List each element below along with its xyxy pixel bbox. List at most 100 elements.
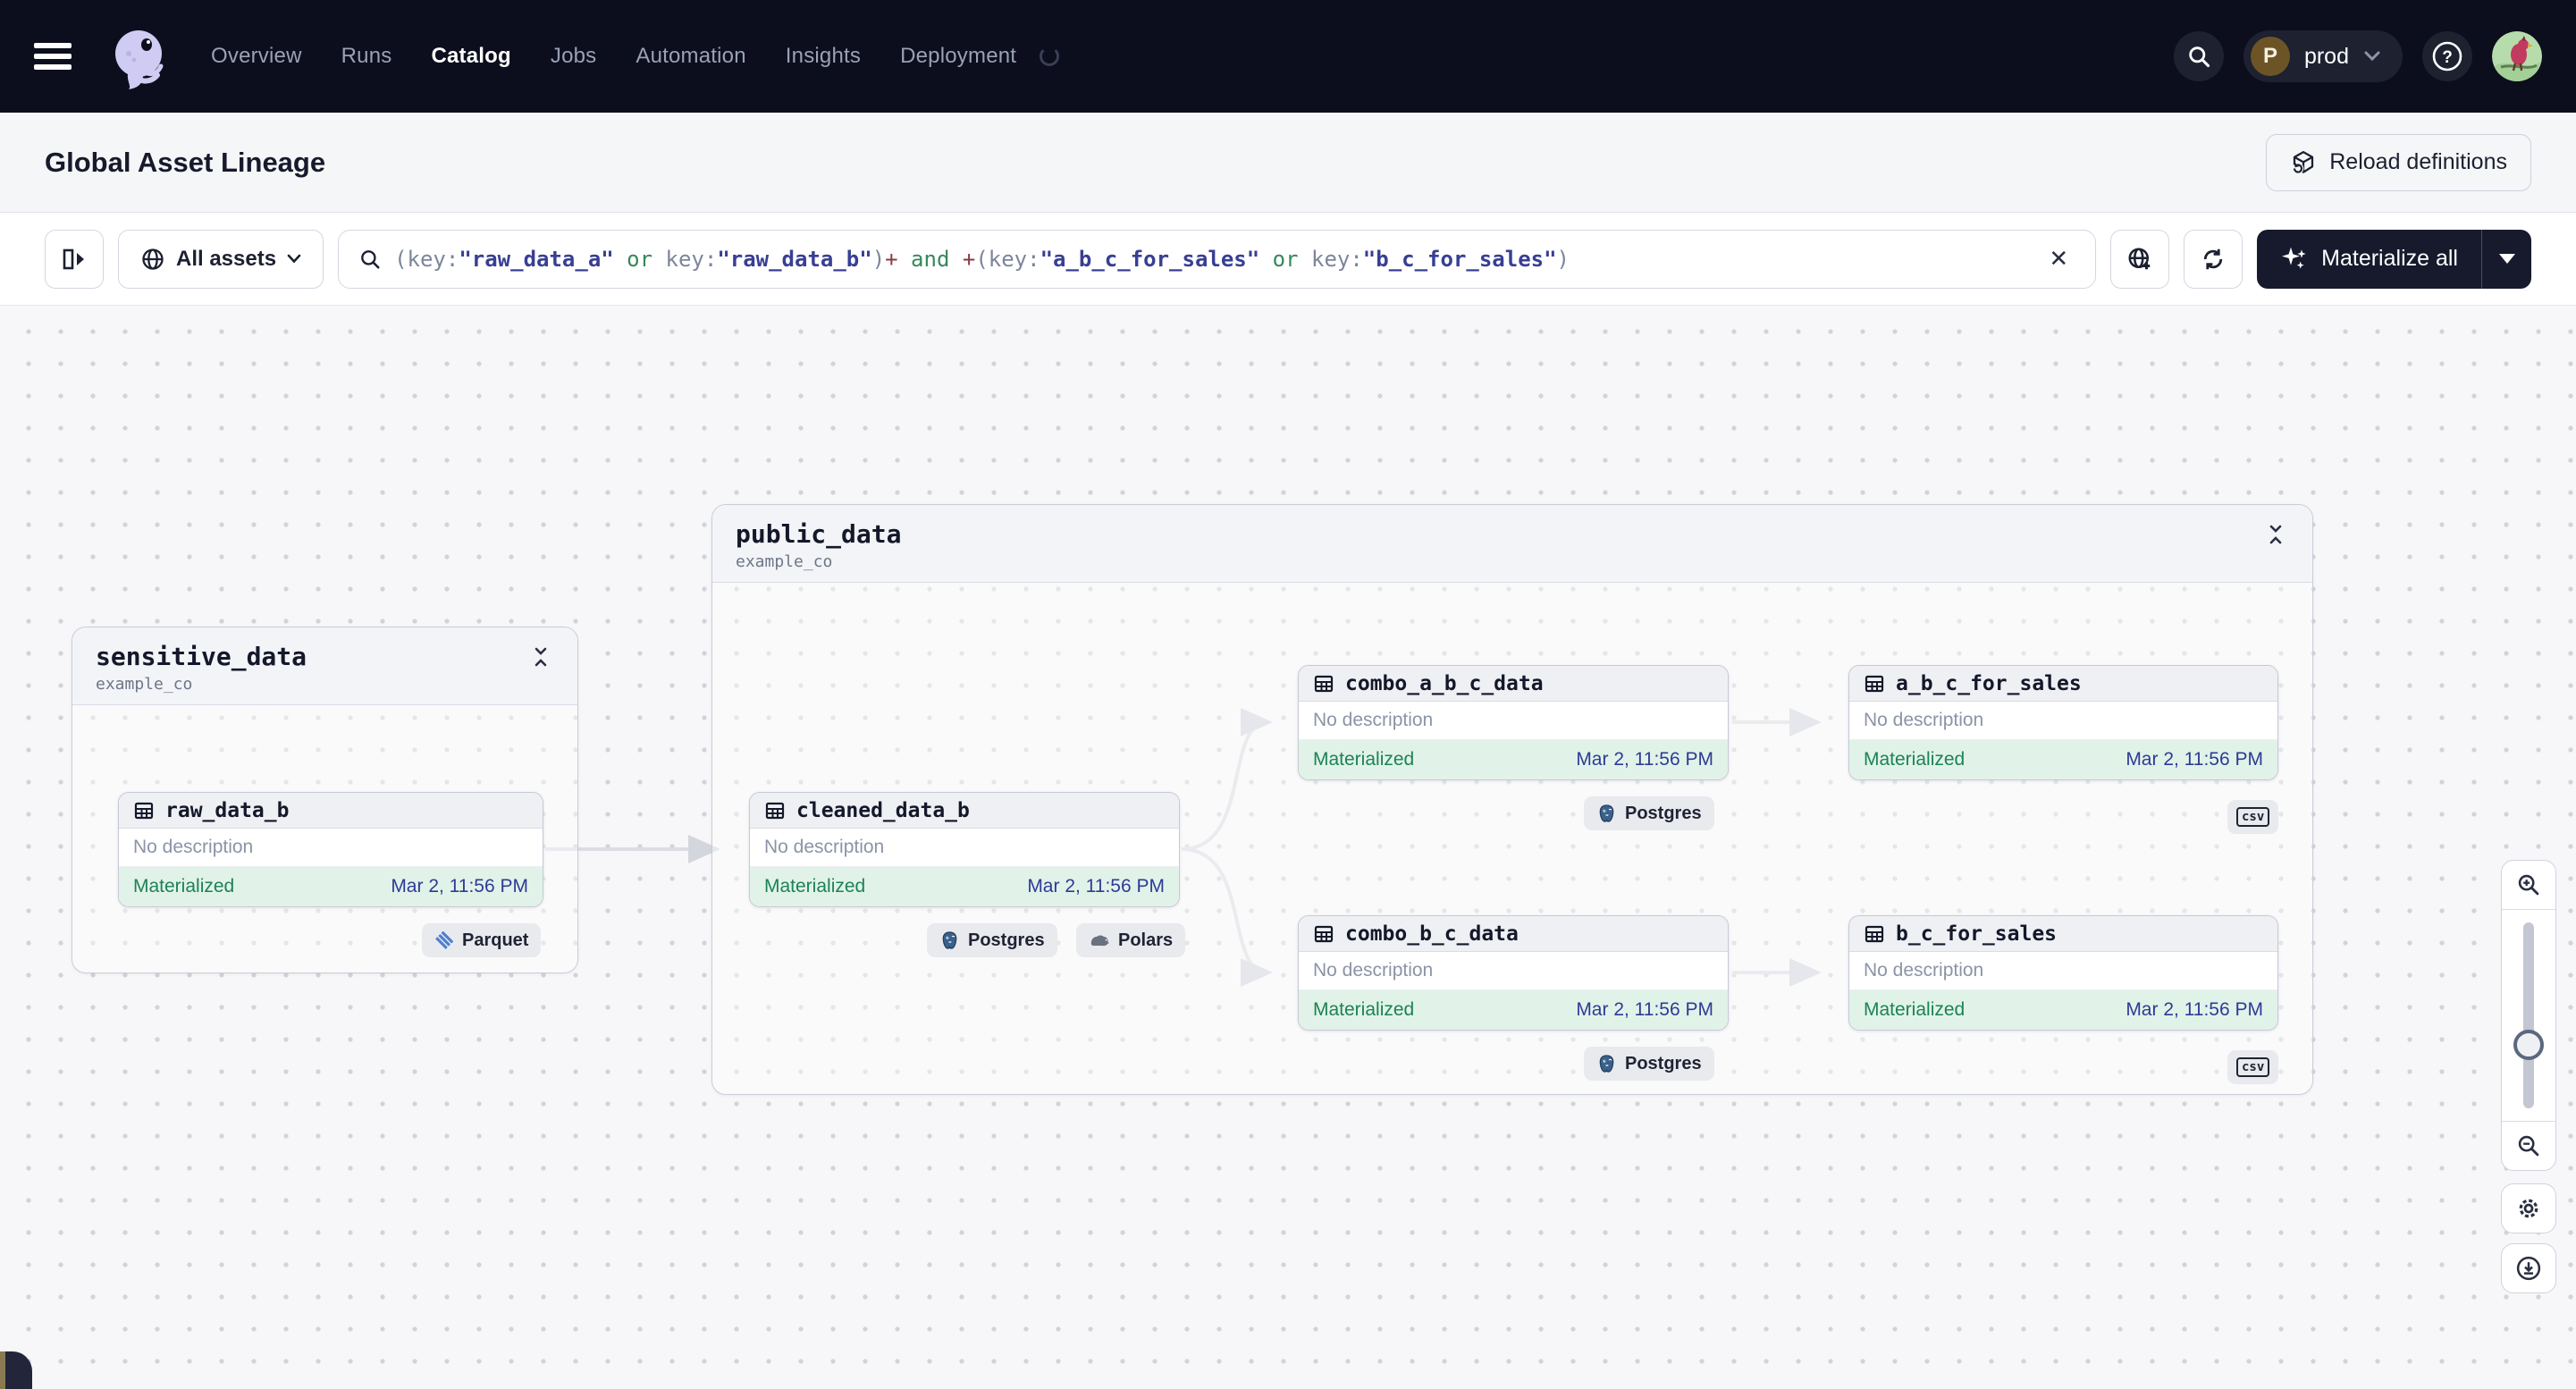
asset-node-cleaned-data-b[interactable]: cleaned_data_b No description Materializ… [749,792,1180,907]
postgres-icon [1599,1054,1614,1073]
table-icon [1865,675,1884,692]
asset-node-raw-data-b[interactable]: raw_data_b No description Materialized M… [118,792,543,907]
materialize-options-button[interactable] [2481,229,2531,289]
globe-icon [142,248,164,270]
zoom-controls [2501,860,2556,1171]
graph-settings-button[interactable] [2501,1183,2556,1233]
primary-nav: Overview Runs Catalog Jobs Automation In… [211,44,1060,69]
search-button[interactable] [2173,31,2224,81]
zoom-in-icon [2518,874,2539,896]
tag-parquet[interactable]: Parquet [422,923,542,957]
corner-artifact [0,1351,32,1389]
nav-item-insights[interactable]: Insights [786,44,861,69]
tag-postgres[interactable]: Postgres [927,923,1057,957]
zoom-out-icon [2518,1135,2539,1157]
zoom-slider[interactable] [2502,909,2555,1122]
status-badge: Materialized [1864,749,1966,770]
nav-item-jobs[interactable]: Jobs [551,44,597,69]
zoom-slider-track [2523,922,2534,1108]
asset-description: No description [1849,952,2277,990]
asset-name: b_c_for_sales [1896,922,2058,946]
asset-scope-dropdown[interactable]: All assets [118,229,324,289]
asset-status-row: Materialized Mar 2, 11:56 PM [1849,990,2277,1030]
user-avatar[interactable] [2492,31,2542,81]
asset-status-row: Materialized Mar 2, 11:56 PM [1299,990,1728,1030]
materialize-all-split-button: Materialize all [2257,229,2531,289]
asset-node-combo-a-b-c-data[interactable]: combo_a_b_c_data No description Material… [1298,665,1729,780]
nav-item-deployment[interactable]: Deployment [900,44,1016,69]
asset-node-combo-b-c-data[interactable]: combo_b_c_data No description Materializ… [1298,915,1729,1031]
asset-selection-query[interactable]: (key:"raw_data_a" or key:"raw_data_b")+ … [394,247,2029,272]
search-icon [2189,46,2210,68]
reload-definitions-button[interactable]: Reload definitions [2266,133,2531,191]
globe-plus-icon [2128,248,2151,269]
asset-description: No description [1299,952,1728,990]
collapse-group-button[interactable] [2262,519,2289,550]
tag-postgres[interactable]: Postgres [1584,1047,1714,1081]
environment-switcher[interactable]: P prod [2243,30,2403,82]
refresh-button[interactable] [2184,229,2243,289]
download-image-button[interactable] [2501,1243,2556,1293]
materialize-all-button[interactable]: Materialize all [2257,245,2481,274]
lineage-toolbar: All assets (key:"raw_data_a" or key:"raw… [0,213,2576,306]
create-catalog-view-button[interactable] [2110,229,2170,289]
open-side-panel-button[interactable] [45,229,104,289]
table-icon [1314,925,1334,942]
sparkle-icon [2282,247,2306,269]
materialization-timestamp: Mar 2, 11:56 PM [2126,749,2263,770]
page-header: Global Asset Lineage Reload definitions [0,113,2576,213]
page-title: Global Asset Lineage [45,146,326,178]
materialization-timestamp: Mar 2, 11:56 PM [2126,999,2263,1020]
tag-polars[interactable]: Polars [1076,923,1186,957]
lineage-canvas[interactable]: sensitive_data example_co public_data ex… [0,307,2576,1389]
zoom-out-button[interactable] [2502,1122,2555,1170]
asset-search-input[interactable]: (key:"raw_data_a" or key:"raw_data_b")+ … [338,229,2097,289]
materialization-timestamp: Mar 2, 11:56 PM [1576,749,1713,770]
tag-label: Postgres [968,930,1045,950]
collapse-group-button[interactable] [527,642,554,672]
tag-csv[interactable]: csv [2227,1050,2279,1084]
tag-postgres[interactable]: Postgres [1584,796,1714,830]
parquet-icon [435,931,453,949]
asset-description: No description [1299,702,1728,740]
hamburger-menu-icon[interactable] [34,43,72,70]
panel-expand-icon [63,248,84,269]
asset-node-b-c-for-sales[interactable]: b_c_for_sales No description Materialize… [1848,915,2278,1031]
refresh-icon [2204,248,2223,269]
group-header: public_data example_co [712,505,2312,583]
top-navbar: Overview Runs Catalog Jobs Automation In… [0,0,2576,113]
status-badge: Materialized [1313,749,1415,770]
status-badge: Materialized [764,876,866,897]
table-icon [1314,675,1334,692]
gear-icon [2519,1199,2538,1218]
table-icon [134,802,154,819]
zoom-slider-thumb[interactable] [2513,1030,2544,1060]
group-location: example_co [736,552,833,571]
zoom-in-button[interactable] [2502,861,2555,909]
dagster-logo-icon[interactable] [102,18,179,95]
clear-search-button[interactable]: ✕ [2041,241,2075,276]
nav-item-catalog[interactable]: Catalog [431,44,510,69]
asset-name: combo_b_c_data [1345,922,1519,946]
group-name: public_data [736,519,902,549]
asset-status-row: Materialized Mar 2, 11:56 PM [119,867,543,906]
nav-item-runs[interactable]: Runs [341,44,392,69]
help-button[interactable]: ? [2422,31,2472,81]
csv-icon: csv [2236,807,2270,827]
asset-description: No description [1849,702,2277,740]
asset-name: combo_a_b_c_data [1345,671,1544,695]
asset-node-a-b-c-for-sales[interactable]: a_b_c_for_sales No description Materiali… [1848,665,2278,780]
materialize-all-label: Materialize all [2321,246,2458,271]
tag-csv[interactable]: csv [2227,800,2279,834]
download-icon [2516,1256,2541,1281]
asset-name: a_b_c_for_sales [1896,671,2082,695]
nav-item-overview[interactable]: Overview [211,44,302,69]
asset-description: No description [119,829,543,867]
nav-item-automation[interactable]: Automation [636,44,745,69]
env-avatar: P [2250,37,2290,76]
help-icon: ? [2432,41,2462,72]
reload-cube-icon [2293,150,2314,174]
tag-label: Postgres [1625,1053,1702,1073]
tag-label: Postgres [1625,803,1702,823]
svg-text:?: ? [2442,48,2453,67]
